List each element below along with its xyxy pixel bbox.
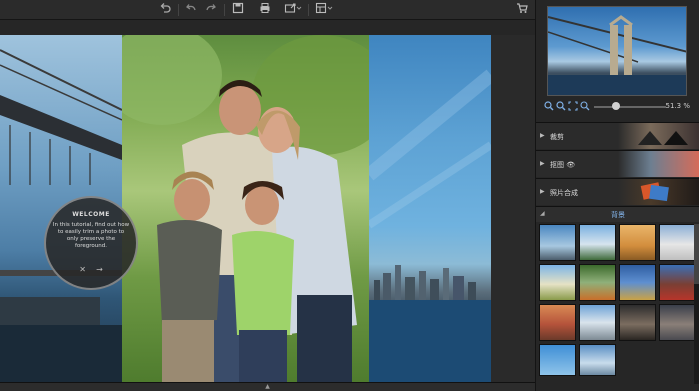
- thumbnail-iceberg[interactable]: [579, 344, 616, 376]
- editing-canvas[interactable]: WELCOME In this tutorial, find out how t…: [0, 20, 535, 382]
- thumbnail-snow-mountain[interactable]: [579, 304, 616, 341]
- thumbnail-field[interactable]: [619, 264, 656, 301]
- cart-icon[interactable]: [515, 2, 529, 18]
- thumbnail-interior[interactable]: [619, 304, 656, 341]
- canvas-margin: [491, 35, 535, 382]
- zoom-controls: 51.3 %: [544, 100, 694, 114]
- fit-screen-icon[interactable]: [568, 100, 578, 114]
- next-arrow-icon[interactable]: →: [96, 265, 103, 274]
- thumbnail-mountain-lake[interactable]: [579, 224, 616, 261]
- toolbar-separator: [224, 4, 225, 16]
- chevron-right-icon: ▶: [540, 188, 545, 195]
- toolbar: [0, 0, 535, 20]
- welcome-controls: ✕ →: [46, 265, 136, 274]
- section-composite-label: 照片合成: [550, 189, 578, 197]
- toolbar-separator: [178, 4, 179, 16]
- section-cutout-label: 抠图 👁: [550, 161, 576, 169]
- welcome-title: WELCOME: [72, 211, 110, 218]
- library-scrollbar-thumb[interactable]: [694, 224, 699, 284]
- print-icon[interactable]: [258, 2, 272, 18]
- background-library-header[interactable]: ◢ 背景: [536, 206, 699, 222]
- forward-arrow-icon[interactable]: [204, 2, 218, 18]
- thumbnail-waterfall[interactable]: [579, 264, 616, 301]
- layout-icon[interactable]: [314, 2, 334, 18]
- thumbnail-sky[interactable]: [539, 344, 576, 376]
- actual-size-icon[interactable]: [580, 100, 590, 114]
- section-crop-label: 裁剪: [550, 133, 564, 141]
- welcome-text: In this tutorial, find out how to easily…: [52, 222, 130, 249]
- thumbnail-canyon[interactable]: [539, 304, 576, 341]
- app-window: WELCOME In this tutorial, find out how t…: [0, 0, 699, 391]
- side-panel: 51.3 % ▶ 裁剪 ▶ 抠图 👁 ▶ 照片合成 ◢ 背景: [535, 0, 699, 391]
- section-crop[interactable]: ▶ 裁剪: [536, 122, 699, 149]
- thumbnail-bridge[interactable]: [539, 224, 576, 261]
- thumbnail-building[interactable]: [659, 304, 696, 341]
- back-arrow-icon[interactable]: [184, 2, 198, 18]
- thumbnail-red-bus[interactable]: [659, 264, 696, 301]
- family-photo[interactable]: [122, 35, 369, 382]
- zoom-out-icon[interactable]: [544, 100, 554, 114]
- chevron-down-icon: ◢: [540, 210, 545, 217]
- canvas-bottom-bar[interactable]: ▲: [0, 382, 535, 391]
- thumbnail-road[interactable]: [539, 264, 576, 301]
- section-cutout[interactable]: ▶ 抠图 👁: [536, 150, 699, 177]
- section-composite[interactable]: ▶ 照片合成: [536, 178, 699, 205]
- zoom-slider-thumb[interactable]: [612, 102, 620, 110]
- close-icon[interactable]: ✕: [79, 265, 86, 274]
- thumbnail-capitol[interactable]: [659, 224, 696, 261]
- thumbnail-pyramids[interactable]: [619, 224, 656, 261]
- background-library-title: 背景: [611, 211, 625, 219]
- undo-icon[interactable]: [158, 2, 172, 18]
- welcome-tutorial-bubble[interactable]: WELCOME In this tutorial, find out how t…: [44, 196, 138, 290]
- export-icon[interactable]: [283, 2, 303, 18]
- background-cityscape-right: [364, 35, 496, 382]
- chevron-right-icon: ▶: [540, 160, 545, 167]
- library-scrollbar[interactable]: [694, 224, 699, 384]
- save-icon[interactable]: [231, 2, 245, 18]
- navigator-preview[interactable]: [547, 6, 687, 96]
- toolbar-separator: [308, 4, 309, 16]
- zoom-value: 51.3 %: [665, 102, 690, 110]
- chevron-up-icon[interactable]: ▲: [265, 383, 270, 390]
- chevron-right-icon: ▶: [540, 132, 545, 139]
- zoom-in-icon[interactable]: [556, 100, 566, 114]
- zoom-slider-track[interactable]: [594, 106, 666, 108]
